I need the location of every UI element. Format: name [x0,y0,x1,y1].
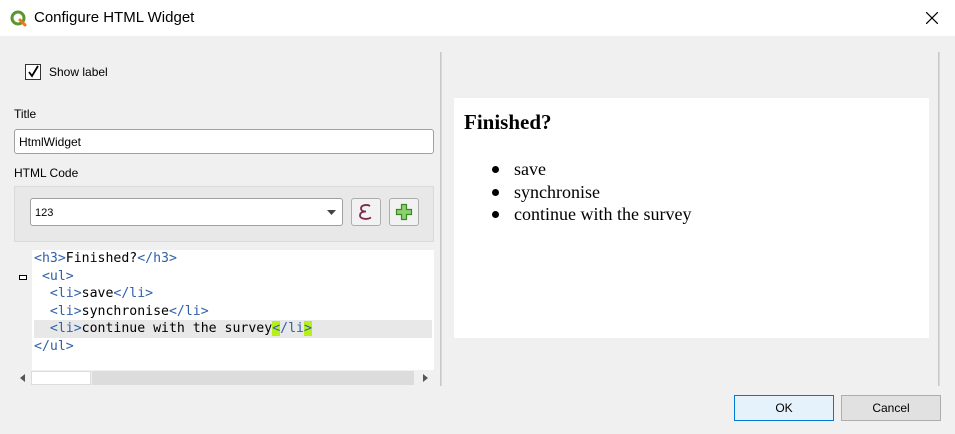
chevron-down-icon[interactable] [320,199,342,225]
preview-list-item: synchronise [492,181,691,204]
code-tag: > [303,321,312,336]
show-label-text: Show label [49,65,108,79]
show-label-checkbox[interactable]: Show label [25,64,108,80]
code-text: continue with the survey [81,321,273,336]
code-line[interactable]: <li>save</li> [34,285,432,303]
expression-combo[interactable]: 123 [30,198,343,226]
preview-heading: Finished? [464,110,552,134]
code-tag: <li> [34,303,82,319]
preview-list: save synchronise continue with the survey [492,158,691,226]
code-tag: </li> [113,286,154,301]
dialog-body: Show label Title HtmlWidget HTML Code 12… [0,36,955,434]
html-preview: Finished? save synchronise continue with t… [454,98,929,338]
right-edge-divider [938,52,940,386]
code-tag: <li> [34,321,82,336]
expression-combo-value: 123 [35,207,54,219]
title-label: Title [14,107,37,121]
checkmark-icon [28,65,39,78]
code-tag: </li> [168,303,209,319]
expression-button[interactable] [351,198,381,226]
editor-gutter [14,250,32,370]
title-bar: Configure HTML Widget [0,0,955,36]
splitter-handle[interactable] [440,52,442,386]
code-line[interactable]: </ul> [34,338,432,356]
code-tag: <h3> [34,251,66,266]
close-icon [926,12,938,24]
preview-list-item: continue with the survey [492,203,691,226]
window-title: Configure HTML Widget [34,9,195,26]
qgis-logo-icon [10,10,27,27]
title-input[interactable]: HtmlWidget [14,129,434,154]
code-tag: <li> [34,286,82,301]
close-button[interactable] [909,0,955,36]
scroll-left-icon[interactable] [14,370,30,386]
code-line[interactable]: <li>continue with the survey</li> [34,320,432,338]
checkbox-box[interactable] [25,64,41,80]
code-tag: < [272,321,281,336]
cancel-button[interactable]: Cancel [841,395,941,421]
expression-toolbar: 123 [14,186,434,242]
code-text: synchronise [81,303,169,319]
code-text: Finished? [65,251,138,266]
epsilon-icon [359,204,372,220]
code-text: save [81,286,114,301]
scroll-right-icon[interactable] [417,370,433,386]
preview-list-item: save [492,158,691,181]
code-tag: </ul> [34,338,74,354]
ok-button[interactable]: OK [734,395,834,421]
html-code-label: HTML Code [14,166,79,180]
code-lines: <h3>Finished?</h3> <ul> <li>save</li> <l… [34,250,432,355]
code-tag: <ul> [34,268,74,284]
scrollbar-thumb[interactable] [31,371,91,385]
code-tag: </h3> [137,251,177,266]
code-line[interactable]: <li>synchronise</li> [34,303,432,321]
fold-marker-icon[interactable] [19,275,27,280]
code-line[interactable]: <ul> [34,268,432,286]
horizontal-scrollbar[interactable] [14,370,434,386]
plus-icon [395,203,413,221]
code-tag: /li [280,321,304,336]
html-code-editor[interactable]: <h3>Finished?</h3> <ul> <li>save</li> <l… [14,250,434,386]
code-line[interactable]: <h3>Finished?</h3> [34,250,432,268]
insert-expression-button[interactable] [389,198,419,226]
scrollbar-track[interactable] [92,371,414,385]
